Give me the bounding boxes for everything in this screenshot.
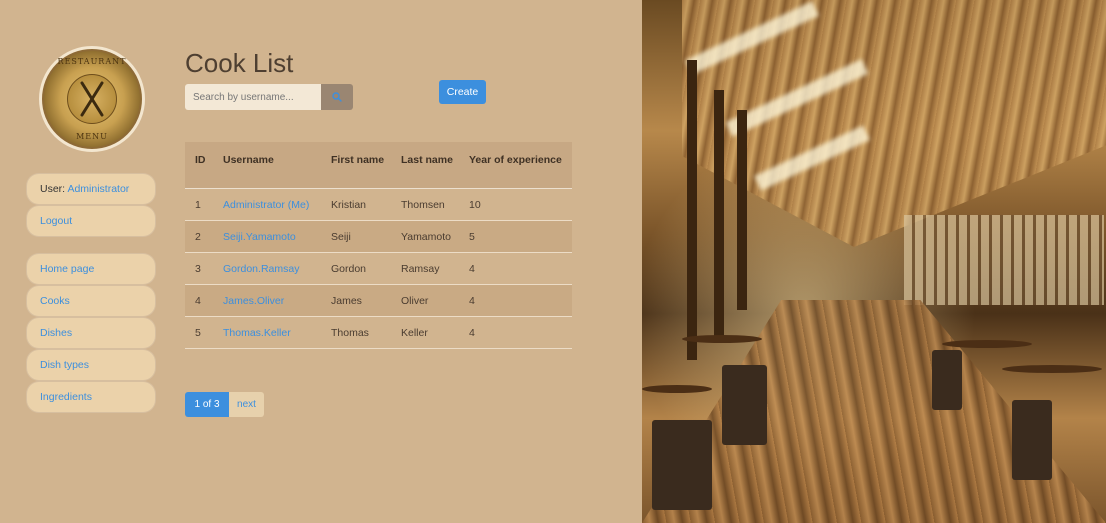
restaurant-logo-icon: RESTAURANT MENU: [39, 46, 145, 152]
cook-table: ID Username First name Last name Year of…: [185, 142, 572, 349]
table-decor: [642, 385, 712, 393]
chair-decor: [932, 350, 962, 410]
table-row: 4 James.Oliver James Oliver 4: [185, 285, 572, 317]
main-panel: RESTAURANT MENU User: Administrator Logo…: [0, 0, 642, 523]
table-header: ID Username First name Last name Year of…: [185, 142, 572, 189]
user-profile-link[interactable]: Administrator: [67, 183, 129, 195]
cell-years: 4: [469, 262, 475, 275]
cell-first-name: Gordon: [331, 262, 367, 275]
create-button[interactable]: Create: [439, 80, 486, 104]
cell-last-name: Yamamoto: [401, 230, 451, 243]
sidebar-item-cooks[interactable]: Cooks: [27, 286, 155, 316]
cell-years: 4: [469, 294, 475, 307]
column-header-id: ID: [195, 154, 206, 166]
page-title: Cook List: [185, 48, 294, 78]
sidebar-item-ingredients[interactable]: Ingredients: [27, 382, 155, 412]
logout-button[interactable]: Logout: [27, 206, 155, 236]
cell-last-name: Ramsay: [401, 262, 440, 275]
wine-shelf-decor: [904, 215, 1104, 305]
table-decor: [682, 335, 762, 343]
sidebar-item-label[interactable]: Ingredients: [40, 391, 92, 403]
cook-username-link[interactable]: Gordon.Ramsay: [223, 263, 299, 275]
logo-top-text: RESTAURANT: [57, 57, 127, 66]
table-row: 2 Seiji.Yamamoto Seiji Yamamoto 5: [185, 221, 572, 253]
cell-years: 5: [469, 230, 475, 243]
chair-decor: [652, 420, 712, 510]
column-header-first-name: First name: [331, 154, 385, 166]
table-row: 5 Thomas.Keller Thomas Keller 4: [185, 317, 572, 349]
cook-username-link[interactable]: Thomas.Keller: [223, 327, 291, 339]
cook-username-link[interactable]: James.Oliver: [223, 295, 284, 307]
logout-link[interactable]: Logout: [40, 215, 72, 227]
pillar-decor: [687, 60, 697, 360]
sidebar-item-label[interactable]: Cooks: [40, 295, 70, 307]
sidebar-item-label[interactable]: Dish types: [40, 359, 89, 371]
cell-id: 1: [195, 198, 201, 211]
search-input[interactable]: [185, 84, 321, 110]
current-user: User: Administrator: [27, 174, 155, 204]
restaurant-interior-image: [642, 0, 1106, 523]
cell-last-name: Thomsen: [401, 198, 445, 211]
sidebar-item-home[interactable]: Home page: [27, 254, 155, 284]
table-row: 1 Administrator (Me) Kristian Thomsen 10: [185, 189, 572, 221]
search-button[interactable]: [321, 84, 353, 110]
cell-first-name: Thomas: [331, 326, 369, 339]
pillar-decor: [714, 90, 724, 340]
cook-username-link[interactable]: Administrator (Me): [223, 199, 309, 211]
pillar-decor: [737, 110, 747, 310]
cell-first-name: Seiji: [331, 230, 351, 243]
cell-first-name: James: [331, 294, 362, 307]
column-header-years: Year of experience: [469, 154, 562, 166]
pagination-next-link[interactable]: next: [229, 392, 264, 417]
sidebar-item-label[interactable]: Home page: [40, 263, 94, 275]
table-decor: [1002, 365, 1102, 373]
cell-id: 3: [195, 262, 201, 275]
cell-last-name: Keller: [401, 326, 428, 339]
sidebar-item-dishes[interactable]: Dishes: [27, 318, 155, 348]
cell-first-name: Kristian: [331, 198, 367, 211]
table-row: 3 Gordon.Ramsay Gordon Ramsay 4: [185, 253, 572, 285]
sidebar-item-dish-types[interactable]: Dish types: [27, 350, 155, 380]
logo-bottom-text: MENU: [76, 132, 108, 141]
user-label: User:: [40, 183, 66, 195]
cell-last-name: Oliver: [401, 294, 429, 307]
table-decor: [942, 340, 1032, 348]
column-header-last-name: Last name: [401, 154, 453, 166]
cell-years: 10: [469, 198, 481, 211]
search-icon: [332, 92, 342, 102]
cell-years: 4: [469, 326, 475, 339]
cell-id: 2: [195, 230, 201, 243]
chair-decor: [1012, 400, 1052, 480]
cell-id: 5: [195, 326, 201, 339]
cell-id: 4: [195, 294, 201, 307]
cook-username-link[interactable]: Seiji.Yamamoto: [223, 231, 296, 243]
pagination-current: 1 of 3: [185, 392, 229, 417]
fork-knife-icon: [80, 81, 104, 117]
sidebar-item-label[interactable]: Dishes: [40, 327, 72, 339]
chair-decor: [722, 365, 767, 445]
column-header-username: Username: [223, 154, 274, 166]
